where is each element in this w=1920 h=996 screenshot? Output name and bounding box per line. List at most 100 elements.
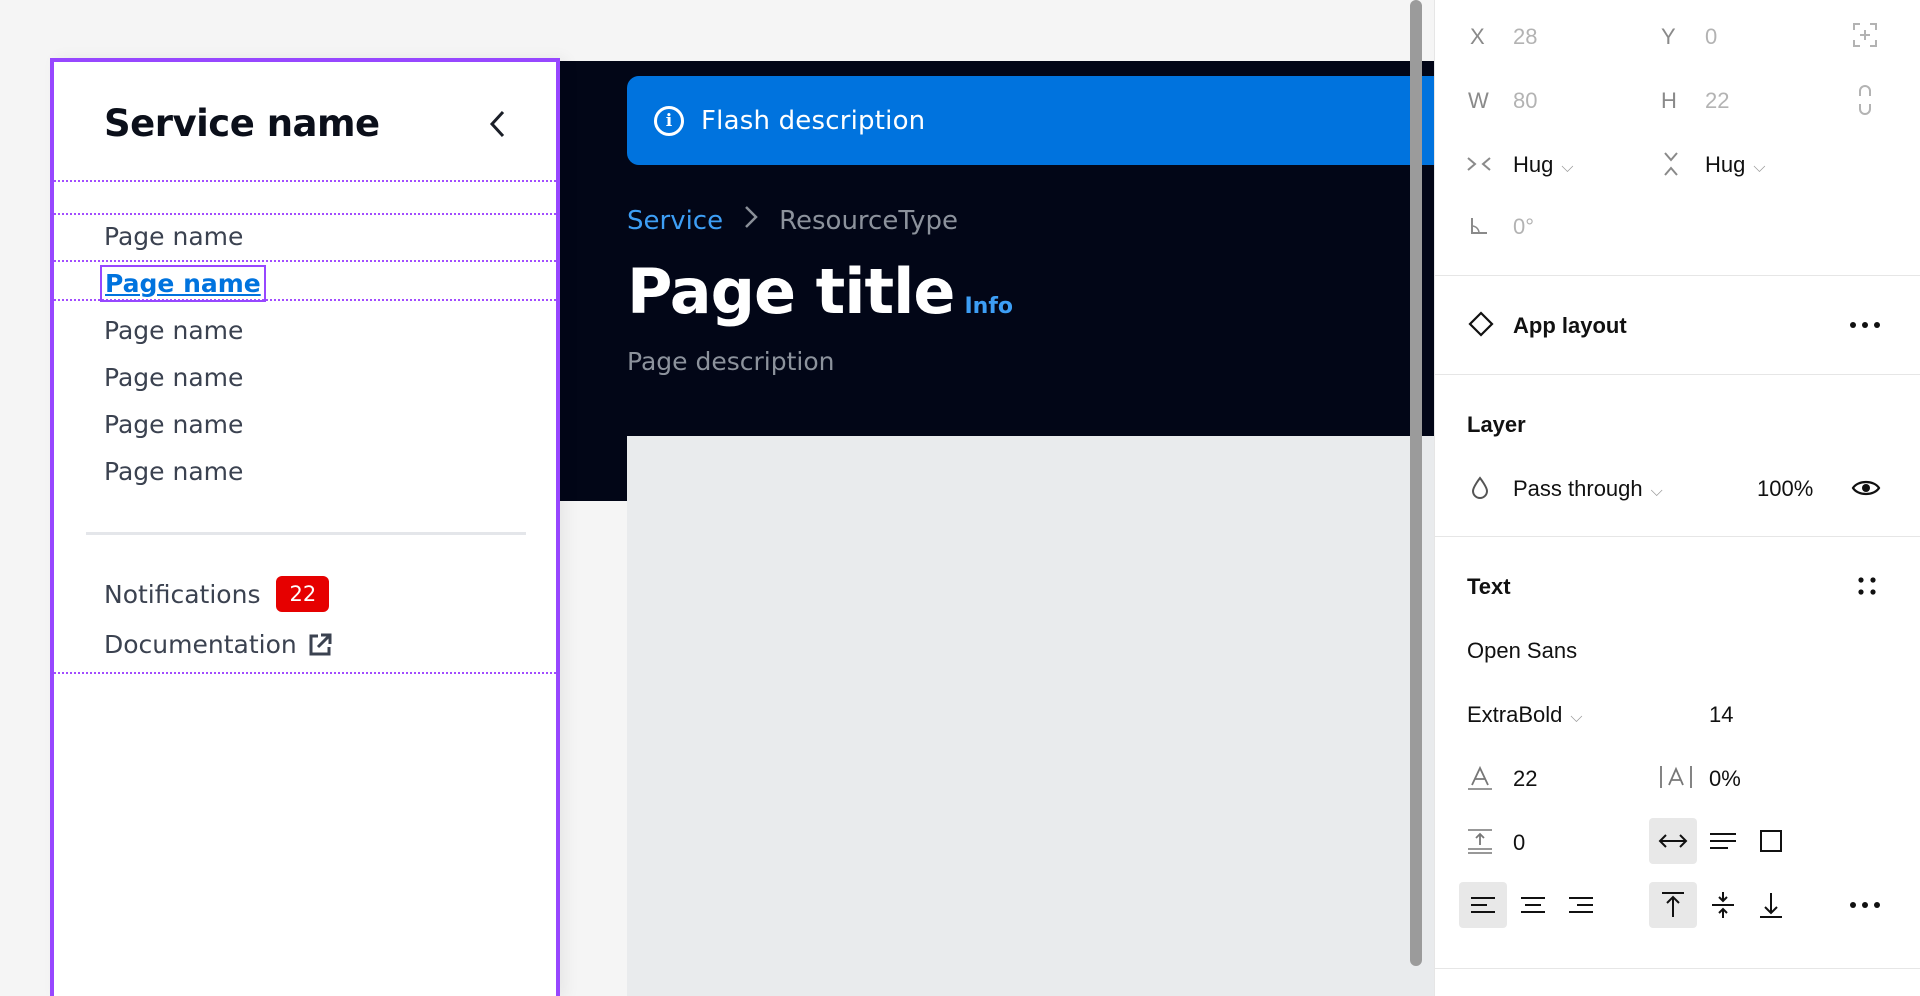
paragraph-spacing-icon (1465, 826, 1495, 856)
documentation-label: Documentation (104, 630, 297, 659)
notifications-link[interactable]: Notifications 22 (104, 576, 330, 612)
properties-panel: X 28 Y 0 W 80 H 22 Hug ⌵ Hug ⌵ 0° App layo… (1434, 0, 1920, 996)
design-canvas[interactable]: i Flash description Service ResourceType… (0, 0, 1434, 996)
nav-item-page-2-active[interactable]: Page name (100, 265, 266, 302)
blend-mode-value: Pass through (1513, 476, 1643, 501)
side-navigation-frame[interactable]: Service name Page name Page name Page na… (50, 58, 560, 996)
font-weight-select[interactable]: ExtraBold ⌵ (1467, 702, 1583, 728)
fixed-size-button[interactable] (1747, 818, 1795, 864)
rotation-field[interactable]: 0° (1513, 214, 1534, 240)
align-right-button[interactable] (1557, 882, 1605, 928)
auto-width-button[interactable] (1649, 818, 1697, 864)
align-top-button[interactable] (1649, 882, 1697, 928)
align-top-icon (1662, 892, 1684, 917)
notifications-label: Notifications (104, 579, 261, 609)
component-name[interactable]: App layout (1513, 313, 1627, 339)
side-nav-header: Service name (104, 102, 516, 145)
letter-spacing-field[interactable]: 0% (1709, 766, 1741, 792)
align-left-button[interactable] (1459, 882, 1507, 928)
font-size-field[interactable]: 14 (1709, 702, 1733, 728)
constrain-proportions-icon[interactable] (1850, 84, 1880, 116)
flash-bar[interactable]: i Flash description (627, 76, 1434, 165)
external-link-icon (309, 633, 332, 655)
vertical-resizing-icon (1657, 150, 1685, 178)
nav-item-page-5[interactable]: Page name (104, 410, 243, 439)
breadcrumb-service-link[interactable]: Service (627, 206, 723, 236)
x-label: X (1470, 24, 1485, 49)
align-center-button[interactable] (1509, 882, 1557, 928)
nav-item-page-6[interactable]: Page name (104, 457, 243, 486)
align-bottom-button[interactable] (1747, 882, 1795, 928)
paragraph-spacing-field[interactable]: 0 (1513, 830, 1525, 856)
chevron-left-icon (489, 110, 505, 137)
panel-divider (1435, 968, 1920, 969)
more-options-icon[interactable] (1843, 312, 1887, 338)
align-middle-button[interactable] (1699, 882, 1747, 928)
panel-divider (1435, 536, 1920, 537)
text-section-title: Text (1467, 574, 1511, 599)
vertical-resizing-select[interactable]: Hug ⌵ (1705, 152, 1766, 178)
chevron-right-icon (743, 204, 759, 237)
y-field[interactable]: 0 (1705, 24, 1717, 50)
more-text-options-icon[interactable] (1843, 892, 1887, 918)
component-instance-icon (1467, 310, 1495, 338)
x-field[interactable]: 28 (1513, 24, 1537, 50)
absolute-position-icon[interactable] (1850, 20, 1880, 50)
square-icon (1760, 830, 1782, 852)
frame-guide-line (54, 260, 556, 262)
breadcrumb: Service ResourceType (627, 204, 958, 237)
page-title: Page title (627, 255, 955, 328)
y-label: Y (1661, 24, 1676, 49)
align-bottom-icon (1760, 893, 1782, 918)
page-description: Page description (627, 347, 835, 376)
align-center-icon (1521, 897, 1545, 913)
chevron-down-icon: ⌵ (1650, 483, 1663, 500)
chevron-down-icon: ⌵ (1753, 159, 1766, 176)
h-label: H (1661, 88, 1677, 113)
layer-opacity-field[interactable]: 100% (1757, 476, 1813, 502)
frame-guide-line (54, 213, 556, 215)
chevron-down-icon: ⌵ (1570, 709, 1583, 726)
text-styles-icon[interactable] (1853, 572, 1881, 600)
nav-item-page-3[interactable]: Page name (104, 316, 243, 345)
blend-mode-select[interactable]: Pass through ⌵ (1513, 476, 1663, 502)
frame-guide-line (54, 180, 556, 182)
collapse-nav-button[interactable] (480, 106, 516, 142)
frame-guide-line (54, 299, 556, 301)
info-link[interactable]: Info (964, 294, 1013, 319)
font-weight-value: ExtraBold (1467, 702, 1563, 727)
font-family-select[interactable]: Open Sans (1467, 638, 1577, 664)
breadcrumb-current: ResourceType (779, 205, 959, 236)
notifications-count-badge: 22 (276, 576, 330, 612)
horizontal-resizing-icon (1465, 150, 1493, 178)
nav-divider (86, 532, 526, 535)
frame-guide-line (54, 672, 556, 674)
info-circle-icon: i (654, 105, 684, 136)
chevron-down-icon: ⌵ (1561, 159, 1574, 176)
rotation-icon (1467, 214, 1491, 238)
line-height-field[interactable]: 22 (1513, 766, 1537, 792)
horizontal-resizing-select[interactable]: Hug ⌵ (1513, 152, 1574, 178)
content-area-placeholder (627, 436, 1434, 996)
auto-height-button[interactable] (1699, 818, 1747, 864)
nav-item-page-4[interactable]: Page name (104, 363, 243, 392)
arrows-horizontal-icon (1658, 834, 1688, 848)
text-lines-icon (1710, 833, 1736, 849)
horizontal-resizing-value: Hug (1513, 152, 1554, 177)
align-right-icon (1569, 897, 1593, 913)
canvas-scrollbar[interactable] (1410, 0, 1422, 966)
blend-mode-icon (1467, 474, 1493, 502)
vertical-resizing-value: Hug (1705, 152, 1746, 177)
w-field[interactable]: 80 (1513, 88, 1537, 114)
h-field[interactable]: 22 (1705, 88, 1729, 114)
layer-section-title: Layer (1467, 412, 1526, 437)
flash-description: Flash description (701, 105, 926, 136)
panel-divider (1435, 374, 1920, 375)
eye-icon[interactable] (1849, 474, 1883, 502)
nav-item-page-1[interactable]: Page name (104, 222, 243, 251)
documentation-link[interactable]: Documentation (104, 630, 333, 659)
service-name[interactable]: Service name (104, 102, 380, 145)
align-middle-icon (1712, 892, 1734, 918)
w-label: W (1468, 88, 1489, 113)
page-title-row: Page title Info (627, 255, 1013, 328)
